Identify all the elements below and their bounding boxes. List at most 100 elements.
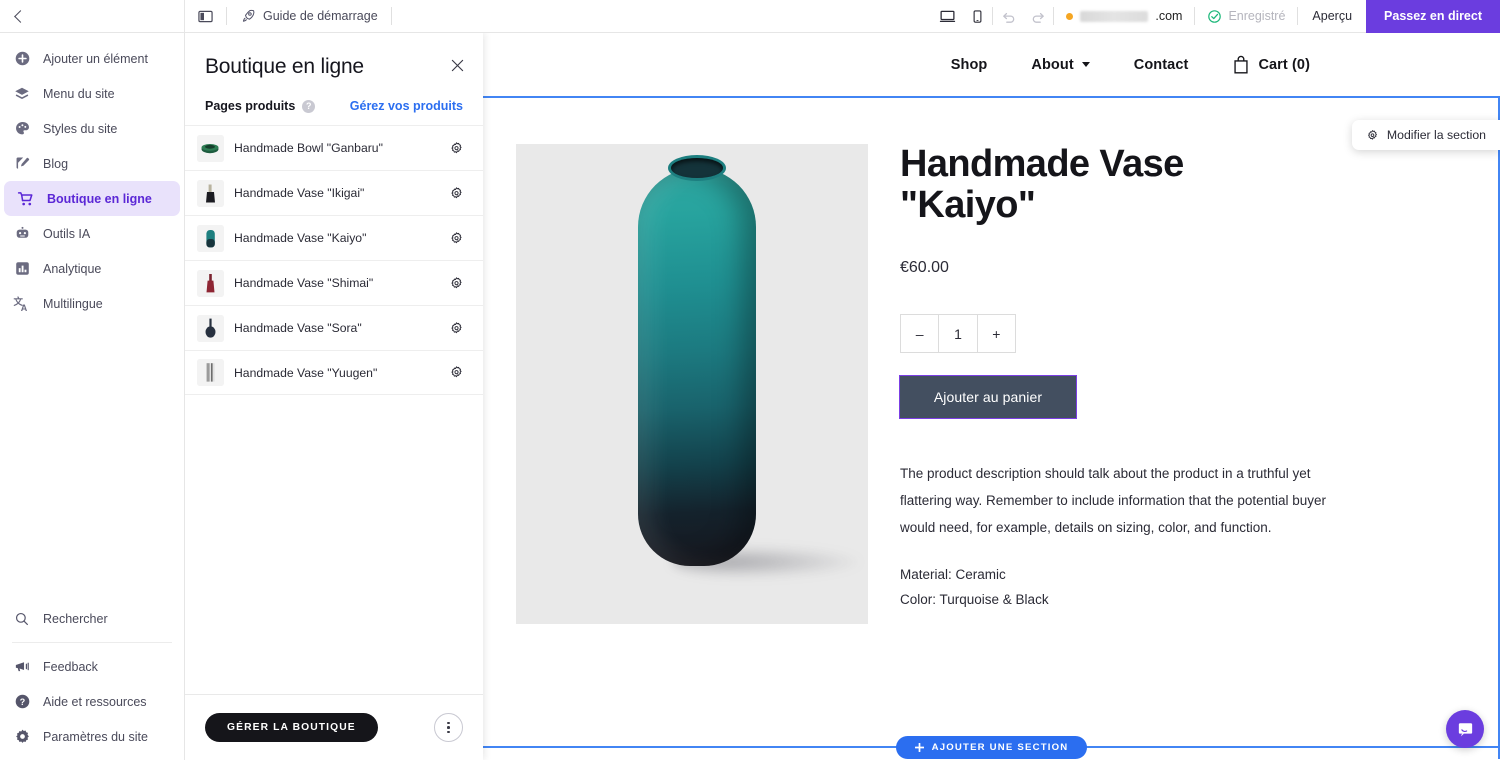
shopping-bag-icon [1234,55,1249,74]
sidebar-label: Multilingue [43,296,103,311]
list-item[interactable]: Handmade Vase "Kaiyo" [185,215,483,260]
sidebar-item-multilingual[interactable]: 文A Multilingue [0,286,184,321]
quantity-increase-button[interactable]: + [978,315,1015,352]
top-toolbar: Guide de démarrage .com Enregistré Aperç… [0,0,1500,33]
product-settings-button[interactable] [447,274,465,292]
back-button[interactable] [0,0,185,33]
sidebar-item-site-menu[interactable]: Menu du site [0,76,184,111]
product-settings-button[interactable] [447,139,465,157]
sidebar-label: Ajouter un élément [43,51,148,66]
panel-footer: GÉRER LA BOUTIQUE [185,694,483,760]
sidebar-item-feedback[interactable]: Feedback [0,649,184,684]
gear-icon [450,321,462,333]
sidebar-bottom-list: Rechercher Feedback ? Aide et ressources [0,601,184,760]
chevron-down-icon [1081,62,1090,67]
redo-button[interactable] [1023,0,1053,33]
translate-icon: 文A [12,294,32,314]
sidebar-item-online-store[interactable]: Boutique en ligne [4,181,180,216]
add-section-label: AJOUTER UNE SECTION [931,741,1069,753]
manage-store-button[interactable]: GÉRER LA BOUTIQUE [205,713,378,742]
sidebar-item-add-element[interactable]: Ajouter un élément [0,41,184,76]
nav-about-label: About [1031,56,1074,73]
sidebar-item-analytics[interactable]: Analytique [0,251,184,286]
selected-section[interactable]: Modifier la section Handmade Vase "Kaiyo… [483,96,1500,759]
sidebar-label: Rechercher [43,611,108,626]
nav-shop[interactable]: Shop [929,57,1010,73]
product-thumbnail [197,179,224,207]
product-settings-button[interactable] [447,319,465,337]
question-mark-icon[interactable]: ? [302,99,316,113]
nav-cart[interactable]: Cart (0) [1210,55,1332,74]
panel-toggle-button[interactable] [185,0,226,33]
sidebar-divider [12,642,172,643]
nav-about[interactable]: About [1009,57,1111,73]
rocket-icon [242,9,255,22]
vase-illustration [637,168,756,566]
panel-close-button[interactable] [447,55,467,75]
manage-products-link[interactable]: Gérez vos produits [350,99,463,113]
startup-guide-button[interactable]: Guide de démarrage [227,0,391,33]
undo-icon [1002,12,1015,23]
product-name: Handmade Vase "Kaiyo" [234,231,367,245]
mobile-view-button[interactable] [962,0,992,33]
product-name: Handmade Vase "Sora" [234,321,362,335]
product-attributes: Material: Ceramic Color: Turquoise & Bla… [900,563,1420,613]
sidebar-item-site-settings[interactable]: Paramètres du site [0,719,184,754]
site-domain[interactable]: .com [1054,9,1194,23]
product-info-column: Handmade Vase "Kaiyo" €60.00 – 1 + Ajout… [899,143,1460,624]
preview-button[interactable]: Aperçu [1298,9,1366,23]
domain-suffix: .com [1155,9,1183,23]
sidebar-label: Outils IA [43,226,91,241]
sidebar-label: Menu du site [43,86,115,101]
sidebar-item-help[interactable]: ? Aide et ressources [0,684,184,719]
redo-icon [1032,12,1044,23]
sidebar-item-site-styles[interactable]: Styles du site [0,111,184,146]
list-item[interactable]: Handmade Bowl "Ganbaru" [185,125,483,170]
gear-icon [12,727,32,747]
plus-circle-icon [12,49,32,69]
product-image[interactable] [515,144,868,624]
add-to-cart-button[interactable]: Ajouter au panier [899,375,1077,420]
product-list: Handmade Bowl "Ganbaru" Handmade Vase "I… [185,125,483,694]
question-circle-icon: ? [12,692,32,712]
product-settings-button[interactable] [447,184,465,202]
shopping-cart-icon [16,189,36,209]
three-dots-icon [447,721,450,725]
mobile-icon [973,9,982,23]
nav-contact[interactable]: Contact [1112,57,1211,73]
panel-header: Boutique en ligne [185,33,483,79]
list-item[interactable]: Handmade Vase "Shimai" [185,260,483,305]
product-name: Handmade Vase "Yuugen" [234,365,378,380]
desktop-view-button[interactable] [932,0,962,33]
edit-section-button[interactable]: Modifier la section [1351,120,1500,150]
quantity-decrease-button[interactable]: – [901,315,938,352]
domain-name-redacted [1080,10,1149,22]
bar-chart-icon [12,259,32,279]
product-name: Handmade Vase "Shimai" [234,276,374,290]
sidebar-label: Aide et ressources [43,694,147,709]
desktop-icon [939,10,955,22]
edit-section-label: Modifier la section [1386,128,1486,142]
product-name: Handmade Bowl "Ganbaru" [234,141,383,155]
add-section-button[interactable]: AJOUTER UNE SECTION [895,735,1088,759]
check-circle-icon [1208,9,1222,23]
sidebar-item-search[interactable]: Rechercher [0,601,184,636]
more-options-button[interactable] [434,713,463,742]
sidebar-item-blog[interactable]: Blog [0,146,184,181]
quantity-value[interactable]: 1 [938,315,978,353]
sidebar-label: Boutique en ligne [47,191,152,206]
sidebar-item-ai-tools[interactable]: Outils IA [0,216,184,251]
go-live-button[interactable]: Passez en direct [1366,0,1500,33]
chat-support-button[interactable] [1446,710,1484,748]
quantity-stepper[interactable]: – 1 + [900,314,1016,354]
undo-button[interactable] [993,0,1023,33]
product-settings-button[interactable] [447,229,465,247]
list-item[interactable]: Handmade Vase "Sora" [185,305,483,350]
list-item[interactable]: Handmade Vase "Yuugen" [185,350,483,395]
product-settings-button[interactable] [447,364,465,382]
list-item[interactable]: Handmade Vase "Ikigai" [185,170,483,215]
palette-icon [12,119,32,139]
svg-text:?: ? [19,697,24,707]
online-store-panel: Boutique en ligne Pages produits ? Gérez… [185,33,483,760]
product-thumbnail [197,224,224,252]
